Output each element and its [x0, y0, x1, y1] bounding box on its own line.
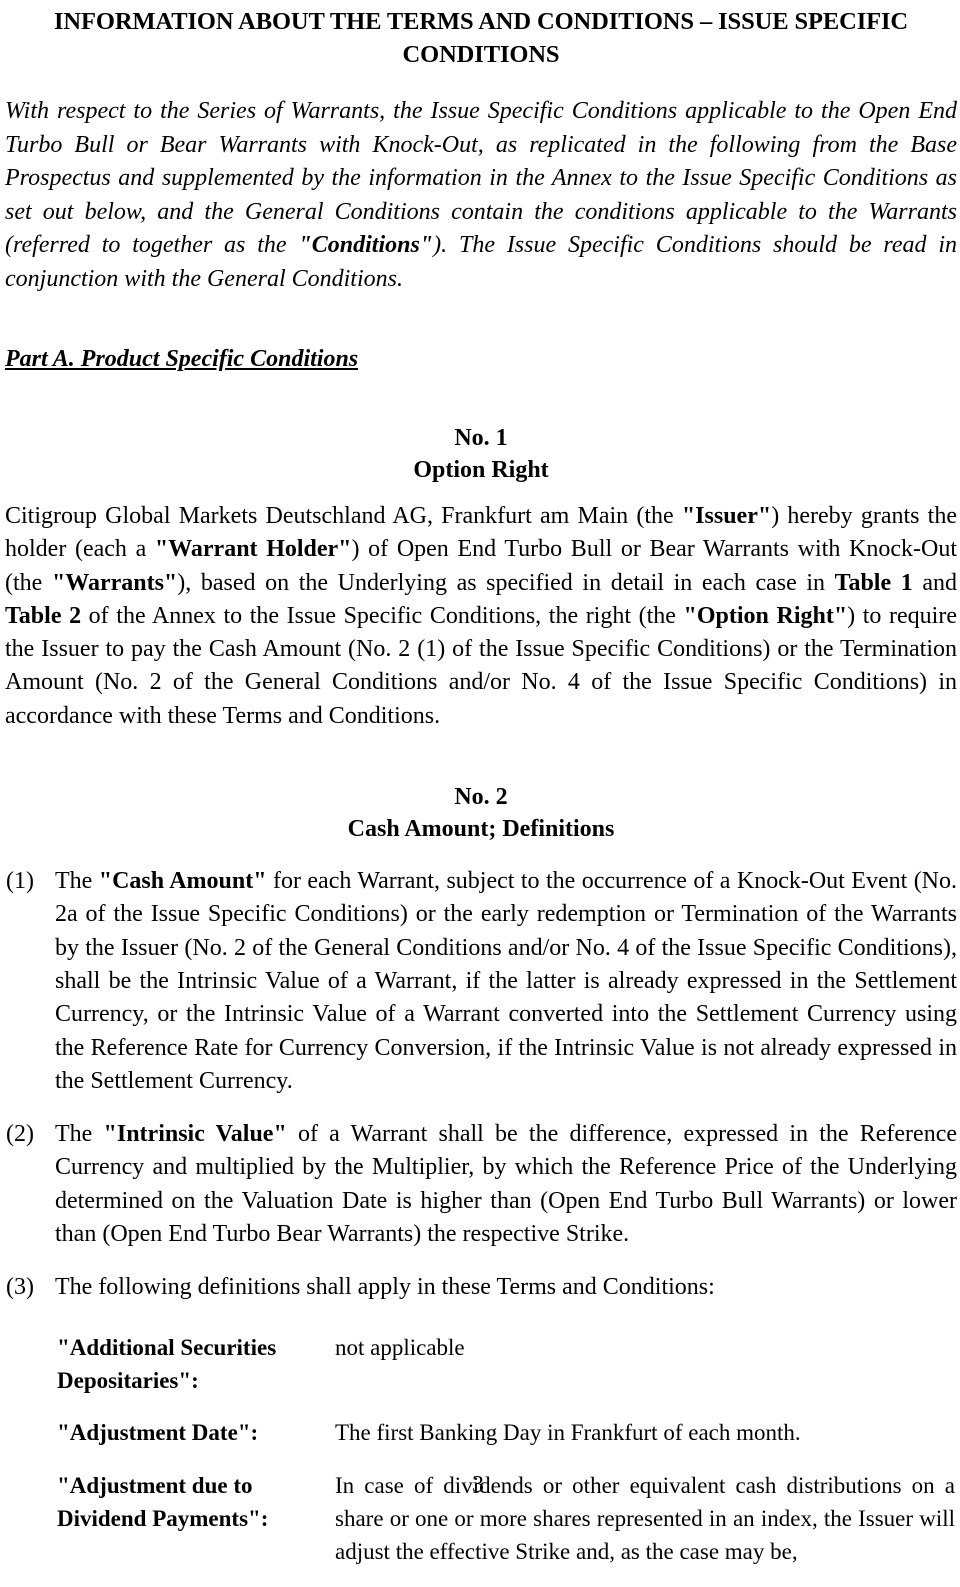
page-content: INFORMATION ABOUT THE TERMS AND CONDITIO… [5, 0, 957, 1587]
definition-value: not applicable [335, 1334, 465, 1360]
page-number-value: 3 [472, 1472, 484, 1498]
section-1-number: No. 1 [454, 425, 508, 451]
list-item-marker: (1) [6, 868, 34, 895]
s2-i1-bold-cash-amount: "Cash Amount" [98, 868, 267, 895]
part-a-heading-wrapper: Part A. Product Specific Conditions [5, 296, 957, 374]
s1-bold-table-2: Table 2 [5, 602, 82, 629]
definition-value: The first Banking Day in Frankfurt of ea… [335, 1420, 801, 1446]
definition-row: "Adjustment Date": The first Banking Day… [5, 1416, 957, 1449]
document-page: INFORMATION ABOUT THE TERMS AND CONDITIO… [0, 0, 960, 1564]
s1-bold-warrant-holder: "Warrant Holder" [154, 536, 352, 563]
s2-i1-text-2: for each Warrant, subject to the occurre… [55, 868, 958, 1094]
part-a-heading: Part A. Product Specific Conditions [5, 346, 359, 372]
s1-bold-table-1: Table 1 [834, 569, 913, 596]
section-1-body: Citigroup Global Markets Deutschland AG,… [5, 500, 957, 733]
section-2-title: Cash Amount; Definitions [347, 816, 615, 843]
list-item-marker: (3) [6, 1274, 34, 1301]
s1-bold-warrants: "Warrants" [51, 569, 178, 596]
list-item: (2) The "Intrinsic Value" of a Warrant sh… [5, 1118, 957, 1251]
s2-i3-text-1: The following definitions shall apply in… [55, 1274, 715, 1301]
list-item: (3) The following definitions shall apply… [5, 1271, 957, 1304]
list-item: (1) The "Cash Amount" for each Warrant, s… [5, 865, 957, 1098]
section-1-title: Option Right [413, 457, 549, 483]
intro-paragraph: With respect to the Series of Warrants, … [5, 95, 957, 296]
s1-text-1: Citigroup Global Markets Deutschland AG,… [5, 503, 682, 529]
s2-i2-bold-intrinsic-value: "Intrinsic Value" [103, 1121, 287, 1148]
definition-term: "Additional Securities Depositaries": [57, 1334, 277, 1393]
s1-text-5: and [912, 569, 958, 596]
s1-bold-option-right: "Option Right" [683, 602, 848, 629]
s2-i1-text-1: The [55, 868, 99, 895]
section-2-number: No. 2 [454, 784, 508, 811]
s1-text-4: ), based on the Underlying as specified … [177, 569, 835, 596]
s1-bold-issuer: "Issuer" [681, 503, 772, 529]
definitions-list: "Additional Securities Depositaries": no… [5, 1331, 957, 1569]
s1-text-6: of the Annex to the Issue Specific Condi… [81, 602, 684, 629]
intro-bold-conditions: "Conditions" [298, 232, 434, 258]
page-title: INFORMATION ABOUT THE TERMS AND CONDITIO… [53, 8, 909, 68]
s2-i2-text-1: The [55, 1121, 104, 1148]
definition-row: "Additional Securities Depositaries": no… [5, 1331, 957, 1398]
list-item-marker: (2) [6, 1121, 34, 1148]
page-number: 3 [0, 1471, 960, 1499]
definition-term: "Adjustment Date": [57, 1420, 259, 1446]
